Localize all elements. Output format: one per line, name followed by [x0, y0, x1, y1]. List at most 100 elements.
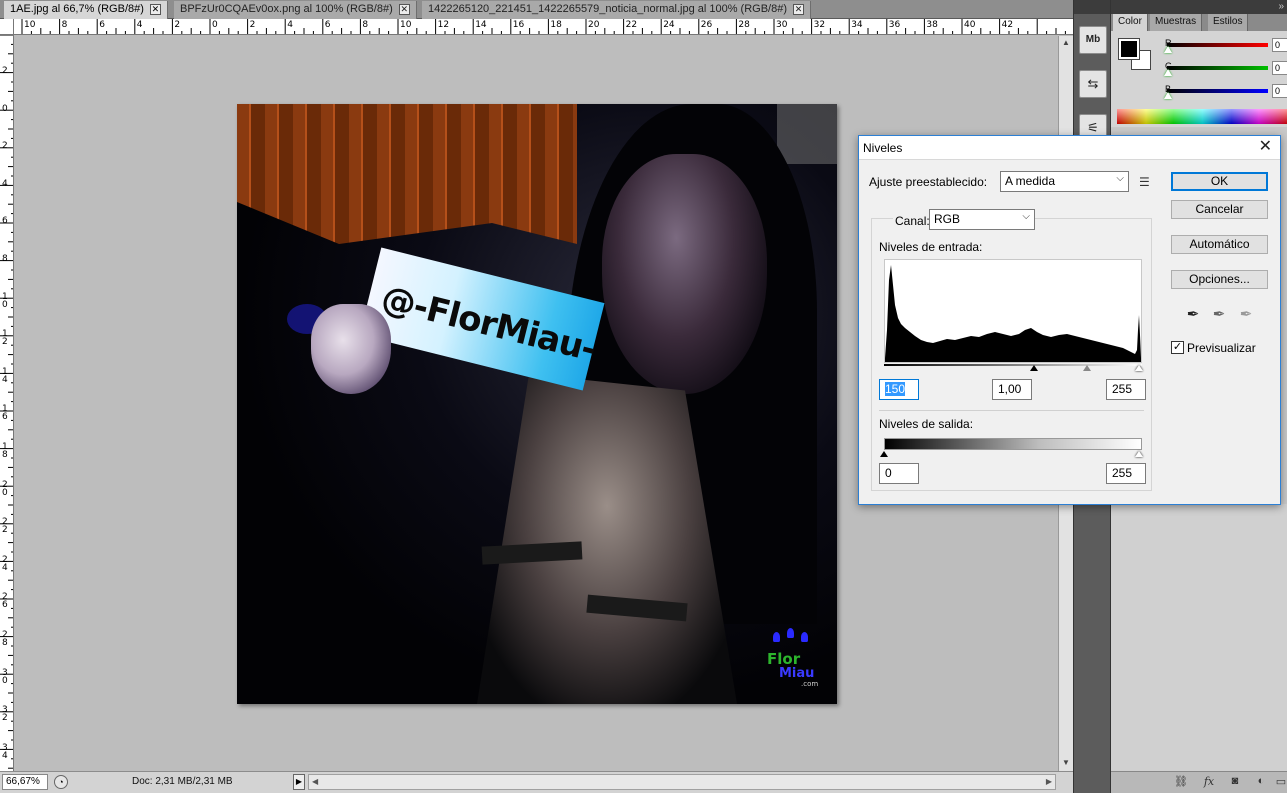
- options-button[interactable]: Opciones...: [1171, 270, 1268, 289]
- close-icon[interactable]: ✕: [398, 3, 410, 15]
- status-menu-arrow-icon[interactable]: ▶: [293, 774, 305, 790]
- gray-eyedropper-icon[interactable]: ✒: [1210, 306, 1228, 324]
- cancel-button[interactable]: Cancelar: [1171, 200, 1268, 219]
- slider-value-g[interactable]: 0: [1272, 61, 1287, 75]
- ruler-corner[interactable]: [0, 19, 14, 35]
- dialog-title: Niveles: [863, 141, 903, 155]
- adjustment-layer-icon[interactable]: ◐: [1253, 775, 1269, 789]
- zoom-field[interactable]: 66,67%: [2, 774, 48, 790]
- input-black-field[interactable]: 150: [879, 379, 919, 400]
- ruler-label: 8: [61, 20, 68, 30]
- ruler-ticks: [21, 19, 1066, 34]
- ruler-label: 3 2: [2, 705, 8, 724]
- preset-options-icon[interactable]: ☰: [1139, 175, 1150, 189]
- output-level-track[interactable]: [884, 438, 1142, 450]
- ruler-label: 8: [2, 254, 8, 264]
- horizontal-ruler[interactable]: 10 8 6 4 2 0 2 4 6 8 10 12 14 16 18 20 22 24 26 28 30 32 34 36 3…: [14, 19, 1073, 35]
- tab-document-1[interactable]: 1AE.jpg al 66,7% (RGB/8#) ✕: [4, 1, 168, 19]
- ruler-label: 32: [813, 20, 826, 30]
- auto-button[interactable]: Automático: [1171, 235, 1268, 254]
- status-bar: 66,67% ◔ Doc: 2,31 MB/2,31 MB ▶ ◀ ▶: [0, 771, 1073, 793]
- ruler-label: 2 6: [2, 592, 8, 611]
- input-white-slider[interactable]: [1135, 365, 1143, 371]
- ruler-label: 22: [625, 20, 638, 30]
- input-black-slider[interactable]: [1030, 365, 1038, 371]
- ruler-label: 1 8: [2, 442, 8, 460]
- channel-select[interactable]: RGB ⌵: [929, 209, 1035, 230]
- ruler-label: 28: [738, 20, 750, 30]
- horizontal-scrollbar[interactable]: ◀ ▶: [308, 774, 1056, 790]
- folder-icon[interactable]: ▭: [1273, 775, 1287, 789]
- ok-button[interactable]: OK: [1171, 172, 1268, 191]
- link-icon[interactable]: ⛓: [1173, 775, 1189, 789]
- scroll-up-icon[interactable]: ▲: [1062, 38, 1070, 47]
- close-icon[interactable]: ✕: [793, 3, 805, 15]
- timer-icon[interactable]: ◔: [54, 775, 68, 789]
- close-icon[interactable]: ✕: [1259, 139, 1272, 155]
- preview-label: Previsualizar: [1187, 341, 1256, 355]
- slider-thumb-g[interactable]: [1164, 69, 1172, 76]
- preset-select[interactable]: A medida ⌵: [1000, 171, 1129, 192]
- ruler-label: 10: [400, 20, 412, 30]
- tab-muestras[interactable]: Muestras: [1150, 14, 1203, 31]
- output-white-slider[interactable]: [1135, 451, 1143, 457]
- channel-value: RGB: [934, 212, 961, 226]
- ruler-label: 0: [212, 20, 218, 30]
- black-eyedropper-icon[interactable]: ✒: [1184, 306, 1202, 324]
- tab-document-2[interactable]: BPFzUr0CQAEv0ox.png al 100% (RGB/8#) ✕: [174, 1, 417, 19]
- mask-icon[interactable]: ◙: [1227, 775, 1243, 789]
- ruler-label: 38: [926, 20, 938, 30]
- output-black-field[interactable]: 0: [879, 463, 919, 484]
- tab-color[interactable]: Color: [1113, 14, 1148, 31]
- ruler-label: 1 2: [2, 329, 8, 348]
- slider-thumb-r[interactable]: [1164, 46, 1172, 53]
- ruler-label: 2: [2, 141, 8, 152]
- tab-document-3[interactable]: 1422265120_221451_1422265579_noticia_nor…: [422, 1, 812, 19]
- ruler-label: 2: [249, 20, 256, 30]
- slider-track-r[interactable]: [1167, 43, 1268, 47]
- history-icon[interactable]: ⇆: [1079, 70, 1107, 98]
- scroll-down-icon[interactable]: ▼: [1062, 758, 1070, 767]
- slider-track-g[interactable]: [1167, 66, 1268, 70]
- ruler-label: 3 4: [2, 742, 8, 761]
- vertical-ruler[interactable]: 2 0 2 4 6 8 1 0 1 2 1 4 1 6 1 8 2 0 2 2 2 4 2 6 2 8 3 0 3…: [0, 35, 14, 771]
- collapse-icon[interactable]: »: [1278, 1, 1284, 12]
- foreground-color-swatch[interactable]: [1118, 38, 1140, 60]
- ruler-label: 40: [964, 20, 976, 30]
- input-gamma-field[interactable]: 1,00: [992, 379, 1032, 400]
- output-black-slider[interactable]: [880, 451, 888, 457]
- slider-thumb-b[interactable]: [1164, 92, 1172, 99]
- document-size-info: Doc: 2,31 MB/2,31 MB: [132, 776, 233, 787]
- slider-track-b[interactable]: [1167, 89, 1268, 93]
- color-spectrum-bar[interactable]: [1117, 109, 1287, 124]
- ruler-label: 2: [174, 20, 181, 30]
- ruler-label: 1 0: [2, 291, 8, 310]
- slider-value-b[interactable]: 0: [1272, 84, 1287, 98]
- tab-estilos[interactable]: Estilos: [1208, 14, 1249, 31]
- preview-checkbox[interactable]: ✓: [1171, 341, 1184, 354]
- mini-bridge-icon[interactable]: Mb: [1079, 26, 1107, 54]
- output-white-field[interactable]: 255: [1106, 463, 1146, 484]
- input-level-track[interactable]: [884, 364, 1142, 366]
- document-image[interactable]: @-FlorMiau- Flor Miau .com: [237, 104, 837, 704]
- white-eyedropper-icon[interactable]: ✒: [1237, 306, 1255, 324]
- ruler-label: 6: [324, 20, 331, 30]
- scroll-right-icon[interactable]: ▶: [1046, 777, 1052, 786]
- dialog-titlebar[interactable]: Niveles ✕: [859, 136, 1280, 160]
- image-wood-background: [237, 104, 577, 244]
- color-panel-body: R 0 G 0 B 0: [1111, 31, 1287, 127]
- chevron-down-icon: ⌵: [1116, 173, 1124, 184]
- ruler-label: 6: [2, 216, 8, 227]
- close-icon[interactable]: ✕: [149, 3, 161, 15]
- histogram-graph: [885, 265, 1141, 362]
- document-tab-bar: 1AE.jpg al 66,7% (RGB/8#) ✕ BPFzUr0CQAEv0…: [0, 0, 1073, 19]
- slider-value-r[interactable]: 0: [1272, 38, 1287, 52]
- scroll-left-icon[interactable]: ◀: [312, 777, 318, 786]
- ruler-label: 42: [1001, 20, 1014, 30]
- watermark-paw-icon: [801, 632, 808, 642]
- fx-icon[interactable]: fx: [1201, 775, 1217, 789]
- watermark-paw-icon: [787, 628, 794, 638]
- input-gamma-slider[interactable]: [1083, 365, 1091, 371]
- input-white-field[interactable]: 255: [1106, 379, 1146, 400]
- ruler-label: 20: [588, 20, 600, 30]
